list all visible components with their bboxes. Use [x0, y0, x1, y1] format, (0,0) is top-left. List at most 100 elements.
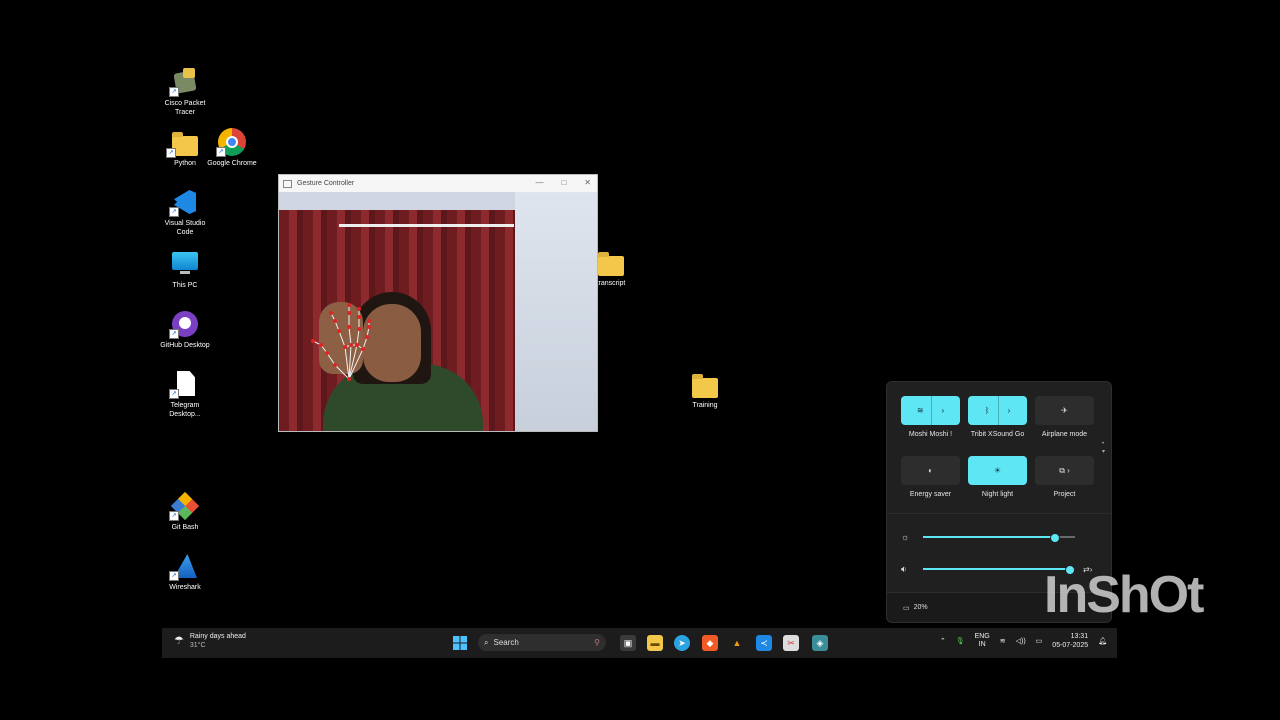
- language-code: ENG: [974, 633, 990, 640]
- chevron-right-icon[interactable]: ›: [1008, 406, 1011, 415]
- night-light-icon: ☀: [993, 466, 1002, 475]
- desktop-icon-google-chrome[interactable]: ↗ Google Chrome: [206, 128, 258, 168]
- vscode-taskbar-button[interactable]: ≺: [756, 635, 772, 651]
- search-placeholder: Search: [493, 638, 519, 647]
- snipping-tool-icon: ✂: [787, 638, 795, 648]
- brightness-slider[interactable]: ☼: [901, 530, 1097, 544]
- system-tray: ⌃ 🎙︎ ENG IN ≋ ◁)) ▭ 13:31 05-07-2025 🔔︎: [940, 632, 1107, 650]
- file-explorer-button[interactable]: ▬: [647, 635, 663, 651]
- window-titlebar[interactable]: Gesture Controller — □ ✕: [279, 175, 597, 192]
- task-view-button[interactable]: ▣: [620, 635, 636, 651]
- battery-percentage[interactable]: 20%: [914, 604, 928, 611]
- qs-tile-project[interactable]: ⧉ › Project: [1035, 456, 1094, 498]
- brightness-track[interactable]: [923, 533, 1075, 543]
- close-button[interactable]: ✕: [584, 178, 591, 187]
- vlc-icon: ▲: [732, 638, 742, 648]
- brightness-fill: [923, 536, 1054, 538]
- hand-landmarks-overlay: [311, 303, 371, 381]
- file-icon: ↗: [169, 370, 199, 399]
- speaker-icon[interactable]: ◁)): [1016, 637, 1026, 645]
- chevron-right-icon[interactable]: ›: [942, 406, 945, 415]
- desktop-icon-vscode[interactable]: ↗ Visual Studio Code: [159, 188, 211, 237]
- desktop-icon-label: Cisco Packet Tracer: [164, 100, 206, 116]
- clock[interactable]: 13:31 05-07-2025: [1052, 632, 1088, 650]
- brave-button[interactable]: ◆: [702, 635, 718, 651]
- start-button[interactable]: [452, 635, 468, 651]
- qs-tile-night-light[interactable]: ☀ Night light: [968, 456, 1027, 498]
- volume-icon: 🔉︎: [901, 563, 907, 574]
- qs-tile-airplane[interactable]: ✈ Airplane mode: [1035, 396, 1094, 438]
- chevron-up-icon[interactable]: ⌃: [940, 637, 946, 645]
- desktop-icon-github-desktop[interactable]: ↗ GitHub Desktop: [159, 310, 211, 350]
- qs-tile-energy-saver[interactable]: ◐ Energy saver: [901, 456, 960, 498]
- window-title: Gesture Controller: [297, 180, 355, 187]
- gesture-controller-window[interactable]: Gesture Controller — □ ✕: [278, 174, 598, 432]
- python-icon: ◈: [816, 638, 824, 648]
- bluetooth-toggle[interactable]: ᛒ ›: [968, 396, 1027, 425]
- wifi-icon[interactable]: ≋: [1000, 637, 1006, 645]
- weather-widget[interactable]: ☂ Rainy days ahead 31°C: [174, 632, 246, 650]
- python-app-button[interactable]: ◈: [812, 635, 828, 651]
- telegram-icon: ➤: [678, 638, 686, 648]
- rain-cloud-icon: ☂: [174, 634, 184, 647]
- energy-saver-icon: ◐: [928, 466, 933, 475]
- inshot-watermark: InShOt: [1044, 566, 1204, 624]
- airplane-toggle[interactable]: ✈: [1035, 396, 1094, 425]
- desktop-icon-telegram[interactable]: ↗ Telegram Desktop...: [159, 370, 211, 419]
- folder-icon: [692, 374, 718, 398]
- minimize-button[interactable]: —: [535, 178, 543, 187]
- monitor-icon: [171, 250, 199, 278]
- folder-icon: [598, 252, 624, 276]
- vlc-button[interactable]: ▲: [729, 635, 745, 651]
- microphone-icon[interactable]: 🎙︎: [956, 637, 965, 645]
- maximize-button[interactable]: □: [561, 178, 566, 187]
- brave-icon: ◆: [706, 638, 714, 648]
- desktop-icon-label: Training: [692, 402, 718, 409]
- clock-date: 05-07-2025: [1052, 642, 1089, 649]
- desktop-icon-label: Wireshark: [169, 584, 201, 591]
- github-icon: ↗: [169, 310, 199, 339]
- brightness-icon: ☼: [901, 532, 910, 542]
- bicycle-doodle-icon: ⚲: [594, 638, 600, 647]
- telegram-button[interactable]: ➤: [674, 635, 690, 651]
- desktop-icon-python[interactable]: ↗ Python: [159, 132, 211, 168]
- clock-time: 13:31: [1070, 633, 1089, 640]
- wifi-icon: ≋: [916, 406, 924, 415]
- chrome-icon: ↗: [216, 128, 246, 157]
- battery-icon[interactable]: ▭: [1036, 637, 1043, 645]
- git-bash-icon: ↗: [169, 491, 200, 521]
- desktop-icon-git-bash[interactable]: ↗ Git Bash: [159, 491, 211, 532]
- desktop-icon-label: This PC: [172, 282, 198, 289]
- desktop-icon-label: Visual Studio Code: [164, 220, 206, 236]
- notification-bell-icon[interactable]: 🔔︎: [1098, 637, 1107, 645]
- airplane-icon: ✈: [1061, 406, 1068, 415]
- qs-tile-label: Project: [1053, 491, 1076, 498]
- divider: [887, 513, 1111, 514]
- desktop-icon-wireshark[interactable]: ↗ Wireshark: [159, 552, 211, 592]
- desktop-icon-training[interactable]: Training: [679, 374, 731, 410]
- night-light-toggle[interactable]: ☀: [968, 456, 1027, 485]
- page-indicator[interactable]: • ▾: [1102, 440, 1105, 456]
- qs-tile-bluetooth[interactable]: ᛒ › Tribit XSound Go: [968, 396, 1027, 438]
- qs-tile-wifi[interactable]: ≋ › Moshi Moshi !: [901, 396, 960, 438]
- battery-icon[interactable]: ▭: [903, 604, 910, 612]
- snipping-tool-button[interactable]: ✂: [783, 635, 799, 651]
- desktop-icon-this-pc[interactable]: This PC: [159, 250, 211, 290]
- energy-saver-toggle[interactable]: ◐: [901, 456, 960, 485]
- desktop-icon-cisco-packet-tracer[interactable]: ↗ Cisco Packet Tracer: [159, 68, 211, 117]
- project-toggle[interactable]: ⧉ ›: [1035, 456, 1094, 485]
- language-indicator[interactable]: ENG IN: [975, 633, 990, 649]
- wifi-toggle[interactable]: ≋ ›: [901, 396, 960, 425]
- bluetooth-icon: ᛒ: [984, 406, 990, 415]
- app-icon: [283, 179, 292, 188]
- search-box[interactable]: ⌕ Search ⚲: [478, 634, 606, 651]
- search-icon: ⌕: [484, 637, 489, 647]
- qs-tile-label: Night light: [981, 491, 1014, 498]
- qs-tile-label: Tribit XSound Go: [970, 431, 1025, 438]
- brightness-knob[interactable]: [1049, 533, 1060, 543]
- region-code: IN: [978, 641, 986, 648]
- folder-icon: ↗: [166, 132, 198, 158]
- weather-temp: 31°C: [189, 642, 206, 649]
- wall: [515, 192, 597, 431]
- task-view-icon: ▣: [623, 638, 633, 648]
